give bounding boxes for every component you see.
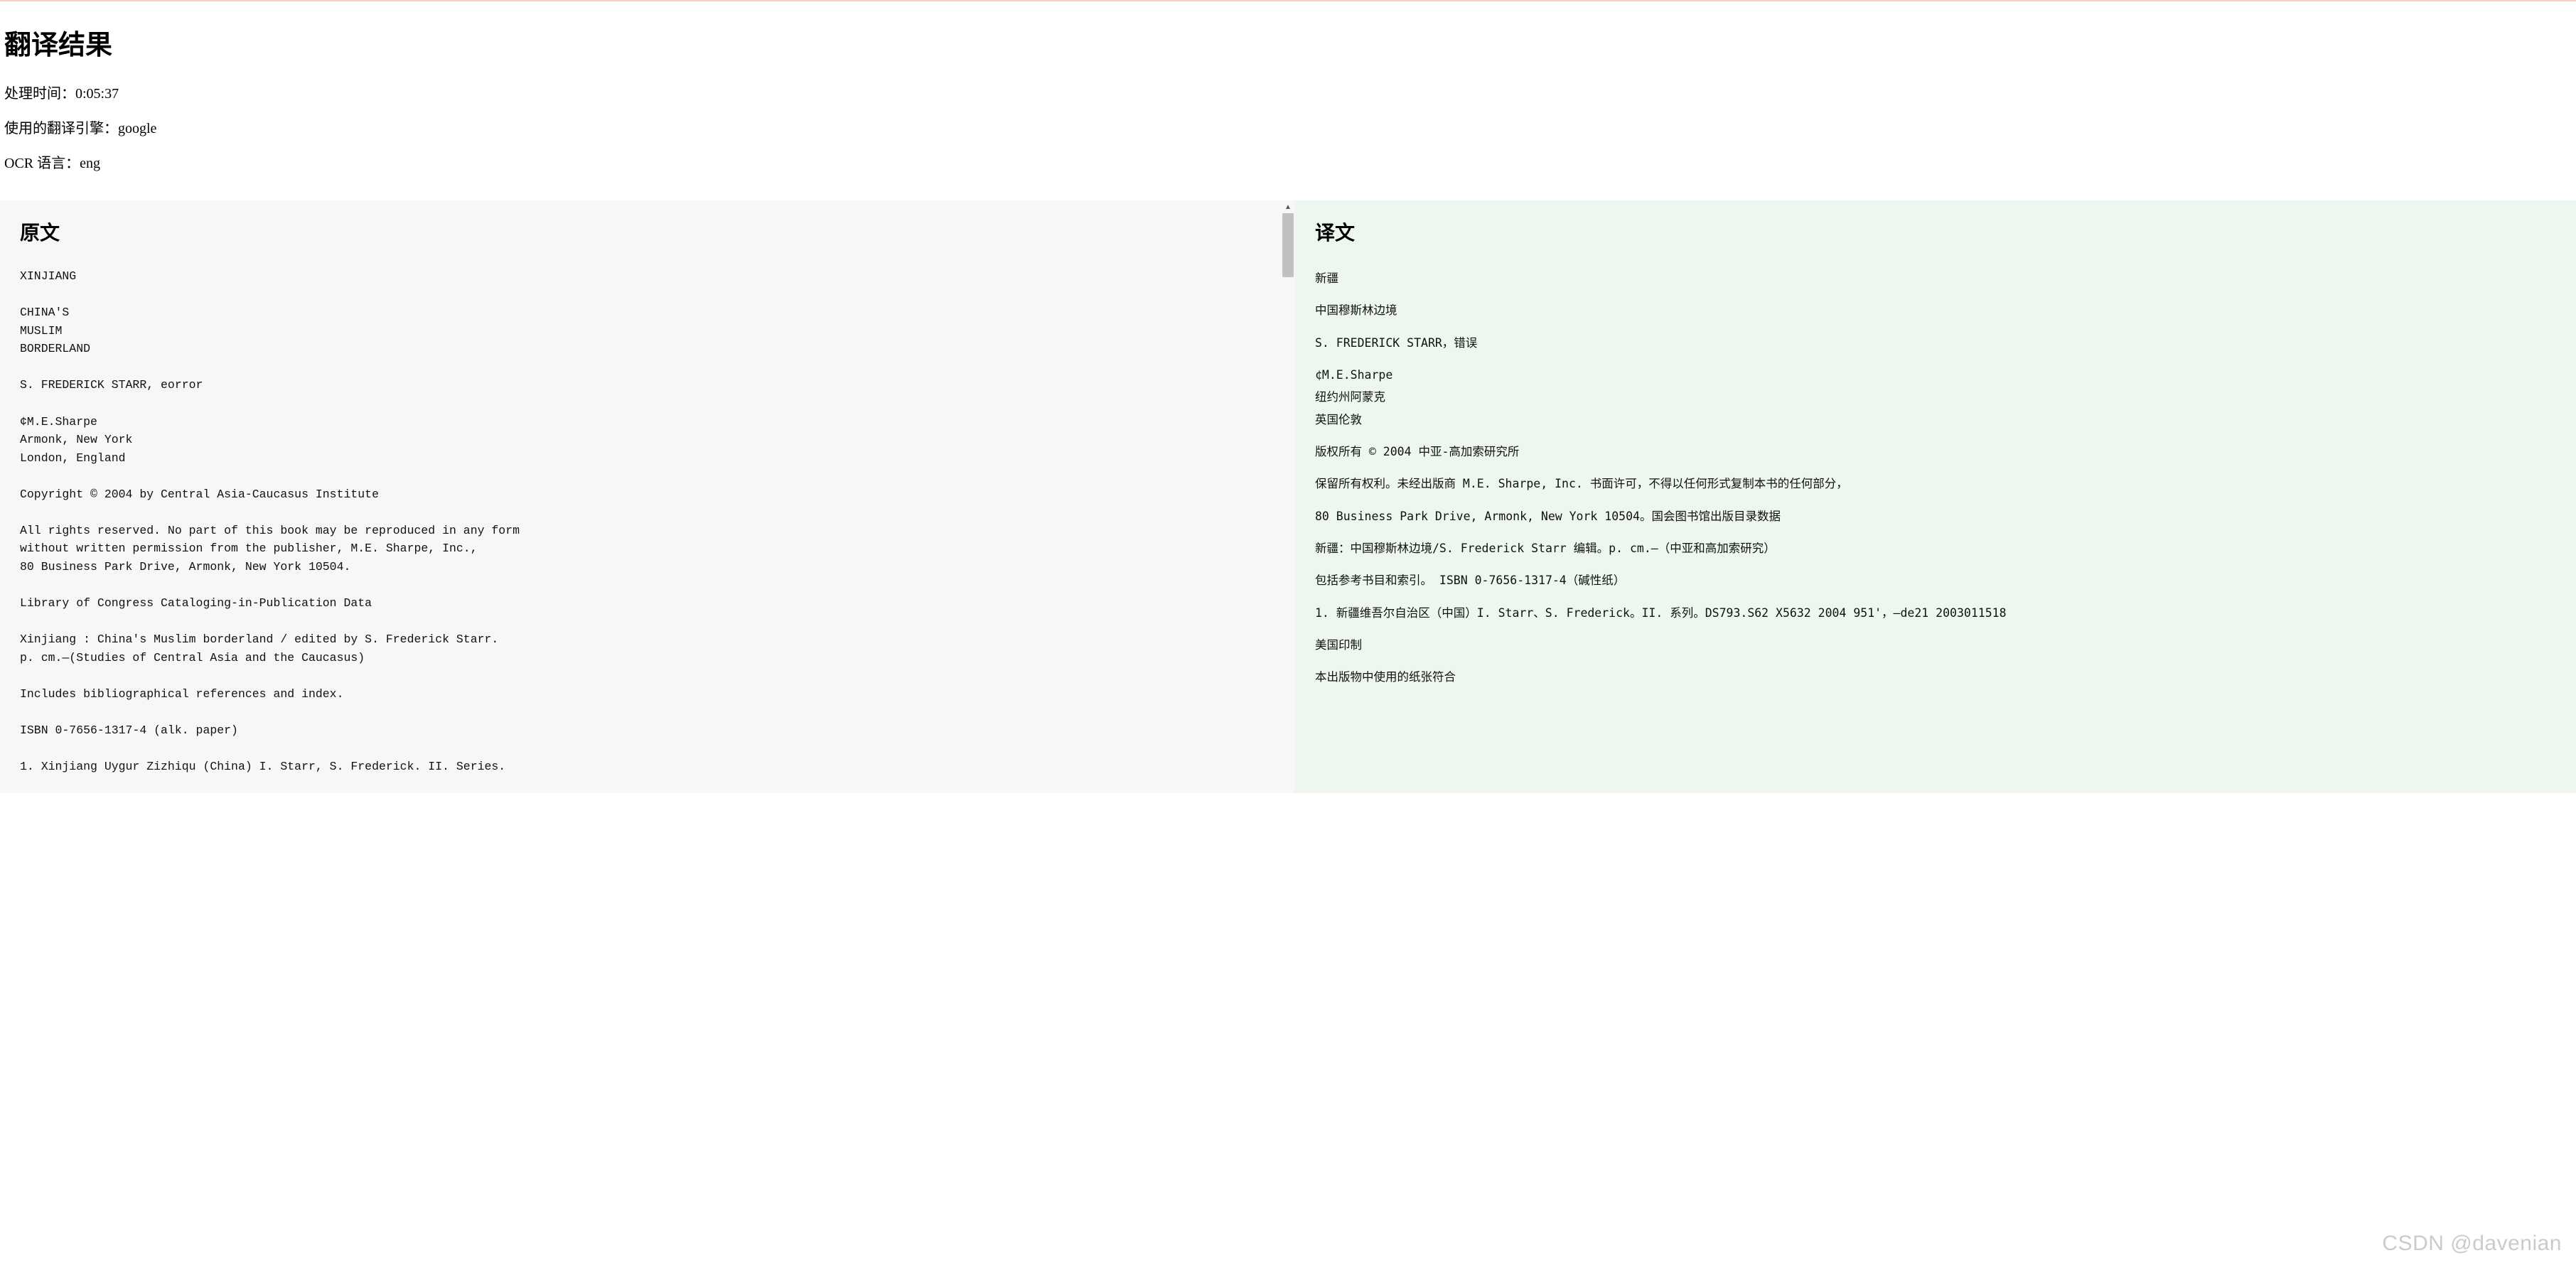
- target-panel-title: 译文: [1315, 217, 2556, 246]
- scrollbar-thumb[interactable]: [1282, 213, 1294, 277]
- processing-time-value: 0:05:37: [75, 86, 119, 102]
- target-panel: 译文 新疆 中国穆斯林边境 S. FREDERICK STARR，错误 ¢M.E…: [1288, 200, 2576, 793]
- translated-paragraph: 1. 新疆维吾尔自治区（中国）I. Starr、S. Frederick。II.…: [1315, 602, 2556, 624]
- translated-paragraph: 包括参考书目和索引。 ISBN 0-7656-1317-4（碱性纸）: [1315, 569, 2556, 591]
- translated-paragraph: 新疆：中国穆斯林边境/S. Frederick Starr 编辑。p. cm.—…: [1315, 537, 2556, 559]
- translated-paragraph: 保留所有权利。未经出版商 M.E. Sharpe, Inc. 书面许可，不得以任…: [1315, 473, 2556, 495]
- translated-paragraph: 美国印制: [1315, 634, 2556, 656]
- ocr-label: OCR 语言：: [4, 156, 80, 171]
- scrollbar-track[interactable]: ▲: [1282, 200, 1294, 793]
- translated-paragraph: 80 Business Park Drive, Armonk, New York…: [1315, 505, 2556, 527]
- engine-value: google: [118, 121, 156, 136]
- engine-label: 使用的翻译引擎：: [4, 121, 118, 136]
- translated-paragraph: S. FREDERICK STARR，错误: [1315, 332, 2556, 354]
- source-panel-title: 原文: [20, 217, 1260, 246]
- translated-paragraph: 新疆: [1315, 267, 2556, 289]
- translated-text: 新疆 中国穆斯林边境 S. FREDERICK STARR，错误 ¢M.E.Sh…: [1315, 267, 2556, 689]
- translated-paragraph: 中国穆斯林边境: [1315, 299, 2556, 321]
- translated-paragraph: 版权所有 © 2004 中亚-高加索研究所: [1315, 441, 2556, 463]
- processing-time-label: 处理时间：: [4, 86, 75, 102]
- engine-row: 使用的翻译引擎：google: [4, 117, 2572, 137]
- translated-paragraph: 本出版物中使用的纸张符合: [1315, 666, 2556, 688]
- processing-time-row: 处理时间：0:05:37: [4, 82, 2572, 102]
- watermark: CSDN @davenian: [2382, 1232, 2562, 1256]
- source-text: XINJIANG CHINA'S MUSLIM BORDERLAND S. FR…: [20, 267, 1260, 776]
- page-title: 翻译结果: [4, 23, 2572, 62]
- scroll-up-icon[interactable]: ▲: [1282, 200, 1294, 213]
- source-panel: 原文 XINJIANG CHINA'S MUSLIM BORDERLAND S.…: [0, 200, 1288, 793]
- content-wrapper: 原文 XINJIANG CHINA'S MUSLIM BORDERLAND S.…: [0, 200, 2576, 793]
- ocr-value: eng: [80, 156, 100, 171]
- ocr-row: OCR 语言：eng: [4, 151, 2572, 172]
- header-section: 翻译结果 处理时间：0:05:37 使用的翻译引擎：google OCR 语言：…: [0, 3, 2576, 200]
- translated-paragraph: ¢M.E.Sharpe 纽约州阿蒙克 英国伦敦: [1315, 364, 2556, 431]
